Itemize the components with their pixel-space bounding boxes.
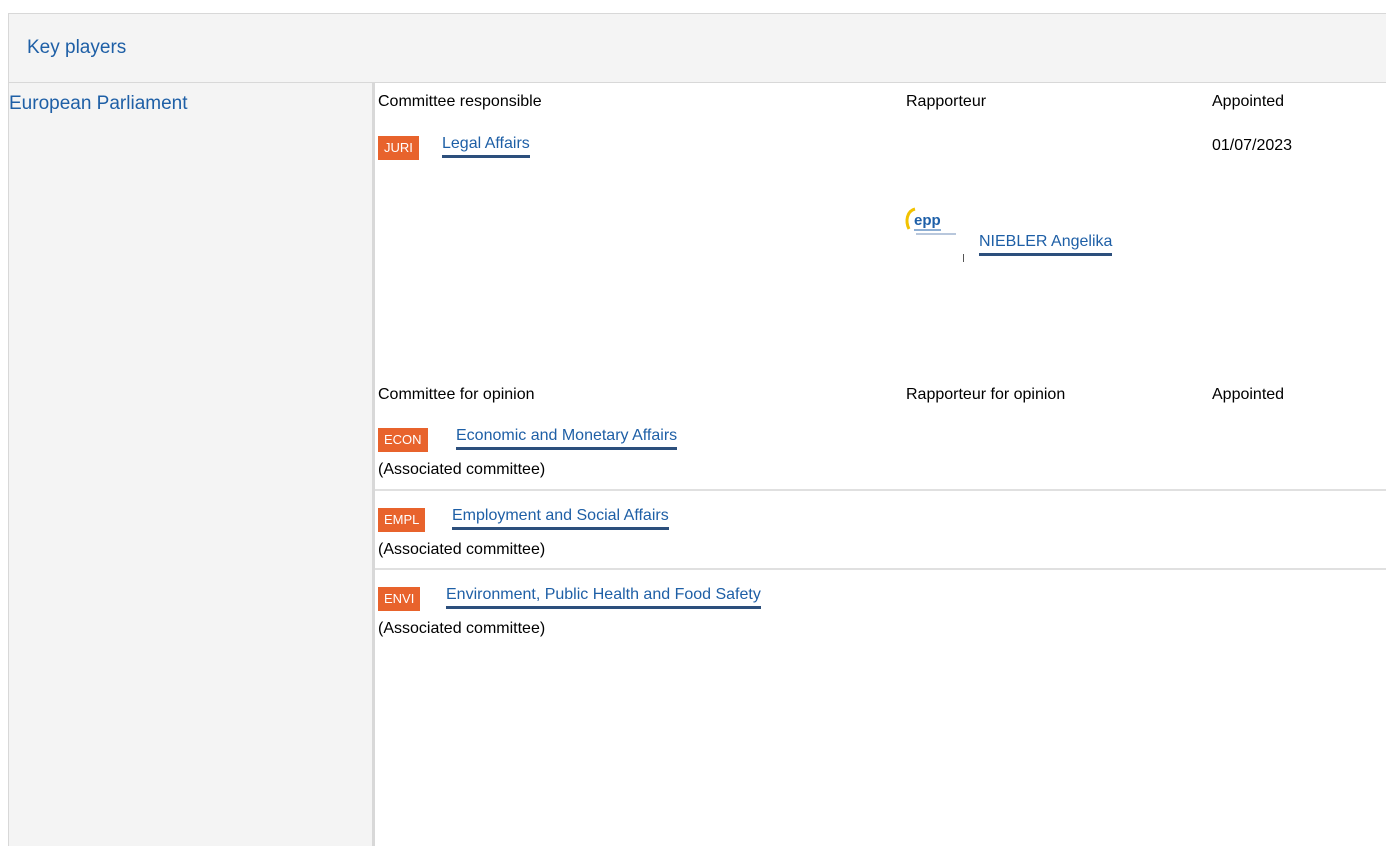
header-appointed-opinion: Appointed — [1212, 386, 1285, 403]
panel-title: Key players — [27, 37, 127, 58]
associated-committee-note: (Associated committee) — [378, 620, 546, 637]
institution-name: European Parliament — [9, 93, 188, 114]
committee-code-badge: ENVI — [378, 587, 421, 611]
committee-code-badge: JURI — [378, 136, 419, 160]
associated-committee-note: (Associated committee) — [378, 541, 546, 558]
rapporteur-link[interactable]: NIEBLER Angelika — [979, 233, 1113, 256]
committee-link-envi[interactable]: Environment, Public Health and Food Safe… — [446, 586, 761, 609]
logo-separator — [963, 254, 964, 262]
key-players-panel: Key players European Parliament Committe… — [8, 13, 1386, 846]
header-rapporteur-opinion: Rapporteur for opinion — [906, 386, 1066, 403]
associated-committee-note: (Associated committee) — [378, 461, 546, 478]
committee-code-badge: ECON — [378, 428, 428, 452]
institution-content: Committee responsible Rapporteur Appoint… — [373, 83, 1386, 846]
header-committee-opinion: Committee for opinion — [378, 386, 535, 403]
row-divider — [375, 489, 1386, 491]
institution-column: European Parliament — [9, 83, 373, 846]
committee-link-econ[interactable]: Economic and Monetary Affairs — [456, 427, 678, 450]
panel-header: Key players — [9, 14, 1386, 83]
header-rapporteur: Rapporteur — [906, 93, 987, 110]
header-appointed: Appointed — [1212, 93, 1285, 110]
header-committee-responsible: Committee responsible — [378, 93, 542, 110]
epp-logo-icon: epp — [905, 207, 956, 235]
svg-text:epp: epp — [914, 212, 941, 229]
committee-code-badge: EMPL — [378, 508, 426, 532]
appointed-date: 01/07/2023 — [1212, 137, 1293, 154]
row-divider — [375, 568, 1386, 570]
committee-link-legal-affairs[interactable]: Legal Affairs — [442, 135, 530, 158]
committee-link-empl[interactable]: Employment and Social Affairs — [452, 507, 669, 530]
page: Key players European Parliament Committe… — [0, 0, 1386, 846]
